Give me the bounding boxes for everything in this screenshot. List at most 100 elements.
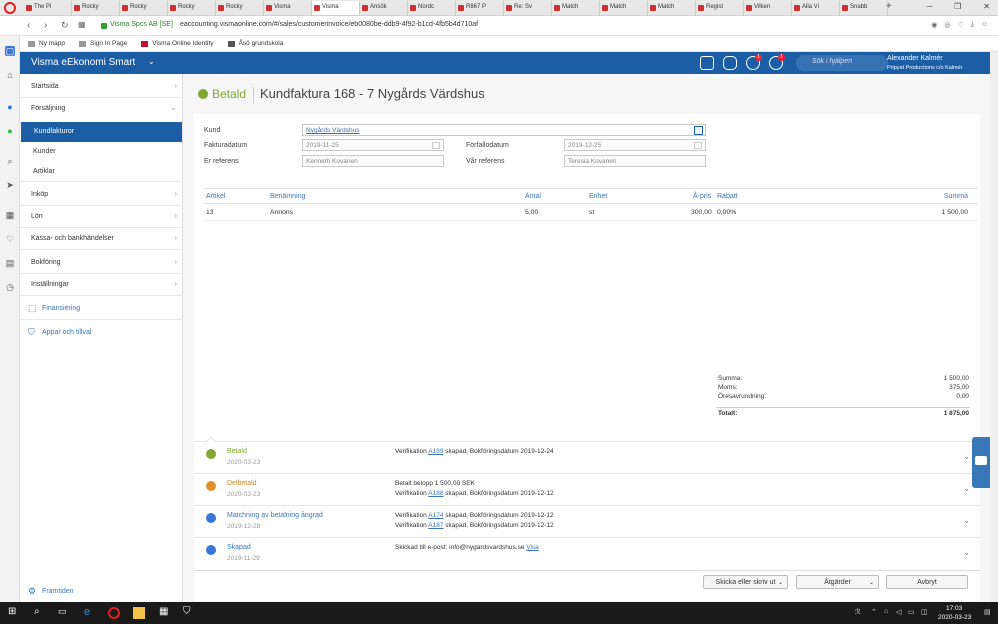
sidebar-link-appar[interactable]: ⛉ Appar och tillval [20,322,183,344]
sidebar-item-kassa[interactable]: Kassa- och bankhändelser › [20,228,183,250]
help-search-input[interactable]: Sök i hjälpen [796,55,888,71]
col-benamning[interactable]: Benämning [270,193,305,200]
cancel-button[interactable]: Avbryt [886,575,968,589]
sidebar-item-startsida[interactable]: Startsida › [20,76,183,98]
kund-link[interactable]: Nygårds Värdshus [306,127,359,134]
browser-tab[interactable]: Rocky [120,1,168,15]
calculator-icon[interactable]: ▦ [159,606,168,617]
bookmark-aso[interactable]: Åsö grundskola [227,40,283,47]
chevron-down-icon[interactable]: ⌄ [963,452,970,461]
network-icon[interactable]: ⌂ [884,608,888,615]
tracking-icon[interactable]: ◎ [944,21,950,29]
bookmark-visma-identity[interactable]: Visma Online Identity [141,40,214,47]
new-tab-button[interactable]: + [886,1,892,12]
chat-icon[interactable] [723,56,737,70]
close-icon[interactable]: ✕ [983,2,990,11]
browser-tab[interactable]: Regist [696,1,744,15]
chevron-down-icon[interactable]: ⌄ [963,548,970,557]
opera-logo-icon[interactable] [4,2,16,14]
back-icon[interactable]: ‹ [27,20,30,31]
browser-tab[interactable]: Match [552,1,600,15]
sidebar-item-inkop[interactable]: Inköp › [20,184,183,206]
home-icon[interactable]: ⌂ [5,70,15,80]
browser-tab[interactable]: Alla Vi [792,1,840,15]
profile-icon[interactable]: ☺ [981,21,988,29]
search-side-icon[interactable]: ⌕ [5,156,15,166]
sidebar-item-installningar[interactable]: Inställningar › [20,274,183,296]
browser-tab[interactable]: R867 P [456,1,504,15]
support-chat-tab[interactable] [972,437,990,488]
news-icon[interactable]: ▤ [5,258,15,268]
send-icon[interactable]: ➤ [5,180,15,190]
heart-side-icon[interactable]: ♡ [5,234,15,244]
whatsapp-icon[interactable]: ● [5,126,15,136]
app-brand[interactable]: Visma eEkonomi Smart [31,57,135,68]
timeline-row[interactable]: Delbetald 2020-03-23 Betalt belopp 1 500,0… [194,473,980,505]
verification-link[interactable]: A188 [428,490,443,497]
store-icon[interactable]: ⛉ [183,606,191,617]
sidebar-link-framtiden[interactable]: ⚙ Framtiden [20,582,183,602]
browser-tab[interactable]: Rocky [72,1,120,15]
verification-link[interactable]: A187 [428,522,443,529]
chevron-down-icon[interactable]: ⌄ [963,484,970,493]
col-enhet[interactable]: Enhet [589,193,607,200]
forfallodatum-field[interactable]: 2019-12-25 [564,139,706,151]
chevron-down-icon[interactable]: ⌄ [963,516,970,525]
calendar-icon[interactable] [432,142,440,149]
browser-tab[interactable]: Nordc [408,1,456,15]
verification-link[interactable]: Visa [526,544,539,551]
verification-link[interactable]: A189 [428,448,443,455]
kund-field[interactable]: Nygårds Värdshus [302,124,706,136]
forward-icon[interactable]: › [44,20,47,31]
keyboard-icon[interactable]: ▭ [908,608,915,616]
customer-lookup-icon[interactable] [694,126,703,135]
sidebar-sub-artiklar[interactable]: Artiklar [20,162,183,182]
task-view-icon[interactable]: ▭ [58,606,67,617]
actions-button[interactable]: Åtgärder ⌄ [796,575,879,589]
speed-dial-side-icon[interactable]: ▢ [5,46,15,56]
browser-tab[interactable]: Match [648,1,696,15]
bookmark-sign-in[interactable]: Sign In Page [79,40,127,47]
sidebar-item-lon[interactable]: Lön › [20,206,183,228]
reload-icon[interactable]: ↻ [61,20,69,31]
sidebar-sub-kundfakturor[interactable]: Kundfakturor [21,122,182,142]
print-icon[interactable] [700,56,714,70]
opera-taskbar-icon[interactable] [108,607,120,619]
col-apris[interactable]: À-pris [693,193,711,200]
browser-tab[interactable]: Re: Sv [504,1,552,15]
sidebar-link-finansiering[interactable]: ⬚ Finansiering [20,298,183,320]
user-name[interactable]: Alexander Kalmér [887,55,943,62]
page-scrollbar[interactable] [990,52,998,602]
calendar-icon[interactable] [694,142,702,149]
chevron-up-icon[interactable]: ⌃ [871,608,877,616]
timeline-row[interactable]: Skapad 2019-11-29 Skickad till e-post: inf… [194,537,980,565]
browser-tab[interactable]: Vilken [744,1,792,15]
site-identity[interactable]: Visma Spcs AB [SE] [110,21,173,28]
timeline-row[interactable]: Betald 2020-03-23 Verifikation A189 skapad… [194,436,980,473]
speed-dial-icon[interactable]: ▦ [78,20,86,29]
browser-tab[interactable]: Ansök [360,1,408,15]
var-referens-field[interactable]: Teresia Kovanen [564,155,706,167]
browser-tab[interactable]: Rocky [168,1,216,15]
clock-date[interactable]: 2020-03-23 [938,614,971,621]
url-field[interactable]: eaccounting.vismaonline.com/#/sales/cust… [180,21,478,28]
maximize-icon[interactable]: ❐ [954,2,961,11]
col-artikel[interactable]: Artikel [206,193,225,200]
volume-icon[interactable]: ◁ [896,608,901,616]
download-icon[interactable]: ⤓ [971,21,974,29]
col-antal[interactable]: Antal [525,193,541,200]
browser-tab[interactable]: Visma [264,1,312,15]
er-referens-field[interactable]: Kenneth Kovanen [302,155,444,167]
windows-start-icon[interactable]: ⊞ [8,606,16,617]
browser-tab[interactable]: Snabb [840,1,888,15]
grid-icon[interactable]: ▦ [5,210,15,220]
browser-tab[interactable]: Visma [312,1,360,15]
heart-icon[interactable]: ♡ [957,21,963,29]
explorer-icon[interactable] [133,607,145,619]
clock-time[interactable]: 17:03 [946,605,962,612]
browser-tab[interactable]: The Pi [24,1,72,15]
send-print-button[interactable]: Skicka eller skriv ut ⌄ [703,575,788,589]
language-icon[interactable]: ◫ [921,608,928,616]
notifications-icon[interactable]: ▤ [984,608,991,616]
messenger-icon[interactable]: ● [5,102,15,112]
